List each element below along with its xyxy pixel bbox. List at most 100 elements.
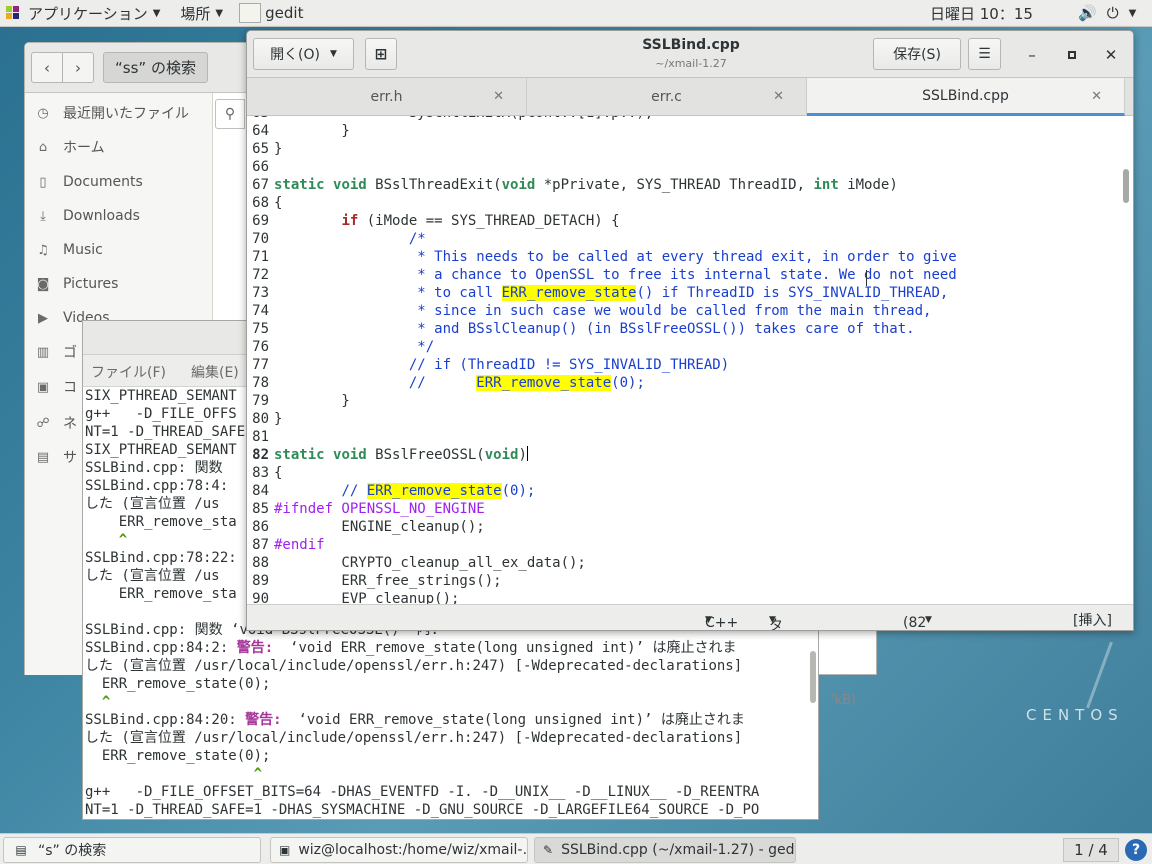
app-menu[interactable]: gedit — [233, 0, 309, 27]
taskbar-item[interactable]: ▤ “s” の検索 — [3, 837, 261, 863]
insert-mode[interactable]: [挿入] — [1073, 610, 1112, 630]
line-number: 73 — [252, 285, 269, 301]
line-number: 84 — [252, 483, 269, 499]
menu-button[interactable]: ☰ — [968, 38, 1001, 70]
code-token: */ — [274, 339, 435, 355]
code-token: (0); — [501, 483, 536, 499]
code-token: * a chance to OpenSSL to free its intern… — [274, 267, 957, 283]
close-tab-icon[interactable]: ✕ — [773, 89, 784, 104]
line-number: 64 — [252, 123, 269, 139]
sidebar-item[interactable]: ◷ 最近開いたファイル — [35, 101, 189, 125]
code-token: () if ThreadID is SYS_INVALID_THREAD, — [636, 285, 949, 301]
code-line: 81 — [247, 428, 1125, 446]
terminal-text: ‘void ERR_remove_state(long unsigned int… — [281, 640, 645, 656]
taskbar-item[interactable]: ✎ SSLBind.cpp (~/xmail-1.27) - gedit — [534, 837, 796, 863]
code-line: 68 { — [247, 194, 1125, 212]
terminal-scrollbar[interactable] — [810, 651, 816, 703]
code-token: ) — [518, 447, 527, 463]
terminal-line: NT=1 -D_THREAD_SAFE=1 -DHAS_SYSMACHINE -… — [83, 801, 808, 819]
help-icon[interactable]: ? — [1125, 839, 1147, 861]
sidebar-item[interactable]: ☍ ネ — [35, 411, 77, 435]
terminal-text: SIX_PTHREAD_SEMANT — [85, 442, 237, 458]
code-token: (0); — [611, 375, 645, 391]
terminal-text: 警告: — [236, 712, 291, 728]
tab-label: SSLBind.cpp — [922, 87, 1009, 104]
applications-label: アプリケーション — [28, 4, 148, 23]
sidebar-item[interactable]: ▥ ゴ — [35, 340, 77, 364]
tab-err-c[interactable]: err.c ✕ — [527, 78, 807, 116]
workspace-indicator[interactable]: 1 / 4 — [1063, 838, 1119, 862]
back-button[interactable]: ‹ — [31, 52, 63, 83]
minimize-button[interactable]: – — [1022, 45, 1042, 65]
terminal-text: g++ -D_FILE_OFFSET_BITS=64 -DHAS_EVENTFD… — [85, 784, 760, 800]
code-token: ERR_remove_state — [366, 483, 502, 499]
terminal-line: した (宣言位置 /usr/local/include/openssl/err.… — [83, 657, 808, 675]
edit-menu[interactable]: 編集(E) — [191, 362, 239, 382]
line-number: 70 — [252, 231, 269, 247]
line-number: 67 — [252, 177, 269, 193]
terminal-text: /us — [194, 496, 220, 512]
terminal-text: した (宣言位置 — [85, 730, 195, 746]
code-line: 73 * to call ERR_remove_state() if Threa… — [247, 284, 1125, 302]
sidebar-item[interactable]: ⌂ ホーム — [35, 135, 105, 159]
close-tab-icon[interactable]: ✕ — [1091, 89, 1102, 104]
sidebar-item[interactable]: ◙ Pictures — [35, 272, 119, 296]
file-menu[interactable]: ファイル(F) — [91, 362, 166, 382]
forward-button[interactable]: › — [62, 52, 94, 83]
code-token: EVP_cleanup(); — [274, 591, 460, 604]
minimize-icon: – — [1028, 46, 1036, 64]
code-token: BSslThreadExit( — [366, 177, 502, 193]
taskbar-item[interactable]: ▣ wiz@localhost:/home/wiz/xmail-… — [270, 837, 528, 863]
camera-icon: ◙ — [36, 276, 50, 292]
sidebar-item[interactable]: ▤ サ — [35, 445, 77, 469]
sidebar-item-label: ゴ — [63, 345, 77, 361]
line-number: 72 — [252, 267, 269, 283]
line-number: 66 — [252, 159, 269, 175]
clock-label: 日曜日 10：15 — [930, 4, 1033, 23]
code-line: 82 static void BSslFreeOSSL(void) — [247, 446, 1125, 464]
line-number: 77 — [252, 357, 269, 373]
terminal-text: /us — [194, 568, 220, 584]
code-token: ERR_free_strings(); — [274, 573, 502, 589]
sidebar-item[interactable]: ⤓ Downloads — [35, 204, 140, 228]
save-button[interactable]: 保存(S) — [873, 38, 961, 70]
search-icon[interactable]: ⚲ — [215, 99, 245, 129]
maximize-button[interactable] — [1062, 45, 1082, 65]
system-menu[interactable]: 🔊 ⏻ ▼ — [1072, 0, 1142, 27]
tab-sslbind-cpp[interactable]: SSLBind.cpp ✕ — [807, 78, 1125, 116]
close-tab-icon[interactable]: ✕ — [493, 89, 504, 104]
code-line: 64 } — [247, 122, 1125, 140]
code-token: * to call — [274, 285, 502, 301]
tab-err-h[interactable]: err.h ✕ — [247, 78, 527, 116]
clock[interactable]: 日曜日 10：15 — [924, 0, 1039, 27]
search-location-button[interactable]: “ss” の検索 — [103, 52, 208, 83]
code-token: // — [341, 483, 367, 499]
places-label: 場所 — [180, 4, 211, 23]
code-line: 69 if (iMode == SYS_THREAD_DETACH) { — [247, 212, 1125, 230]
code-token: * and BSslCleanup() (in BSslFreeOSSL()) … — [274, 321, 915, 337]
close-button[interactable]: ✕ — [1101, 45, 1121, 65]
code-token: } — [274, 141, 283, 157]
code-line: 86 ENGINE_cleanup(); — [247, 518, 1125, 536]
sidebar-item[interactable]: ♫ Music — [35, 238, 103, 262]
trash-icon: ▥ — [36, 344, 50, 360]
code-token: (iMode == SYS_THREAD_DETACH) { — [358, 213, 620, 229]
places-menu[interactable]: 場所 ▼ — [174, 0, 229, 27]
taskbar-item-label: wiz@localhost:/home/wiz/xmail-… — [298, 842, 528, 858]
code-token: // if (ThreadID != SYS_INVALID_THREAD) — [274, 357, 730, 373]
terminal-text: SSLBind.cpp:84:20: — [85, 712, 237, 728]
terminal-text: /usr/local/include/openssl/err.h:247 — [194, 658, 498, 674]
line-number: 89 — [252, 573, 269, 589]
text-cursor — [526, 446, 528, 461]
network-icon: ☍ — [36, 415, 50, 431]
editor-scrollbar[interactable] — [1123, 169, 1129, 203]
terminal-text: ^ — [85, 694, 111, 710]
terminal-text: ^ — [85, 766, 263, 782]
applications-menu[interactable]: アプリケーション ▼ — [0, 0, 166, 27]
sidebar-item[interactable]: ▣ コ — [35, 375, 77, 399]
sidebar-item[interactable]: ▯ Documents — [35, 170, 142, 194]
terminal-icon: ▣ — [279, 843, 291, 857]
line-number: 82 — [252, 447, 269, 463]
code-editor[interactable]: 63 SysCntlExitX(pCont..[1].p..);64 }65}6… — [247, 116, 1125, 604]
